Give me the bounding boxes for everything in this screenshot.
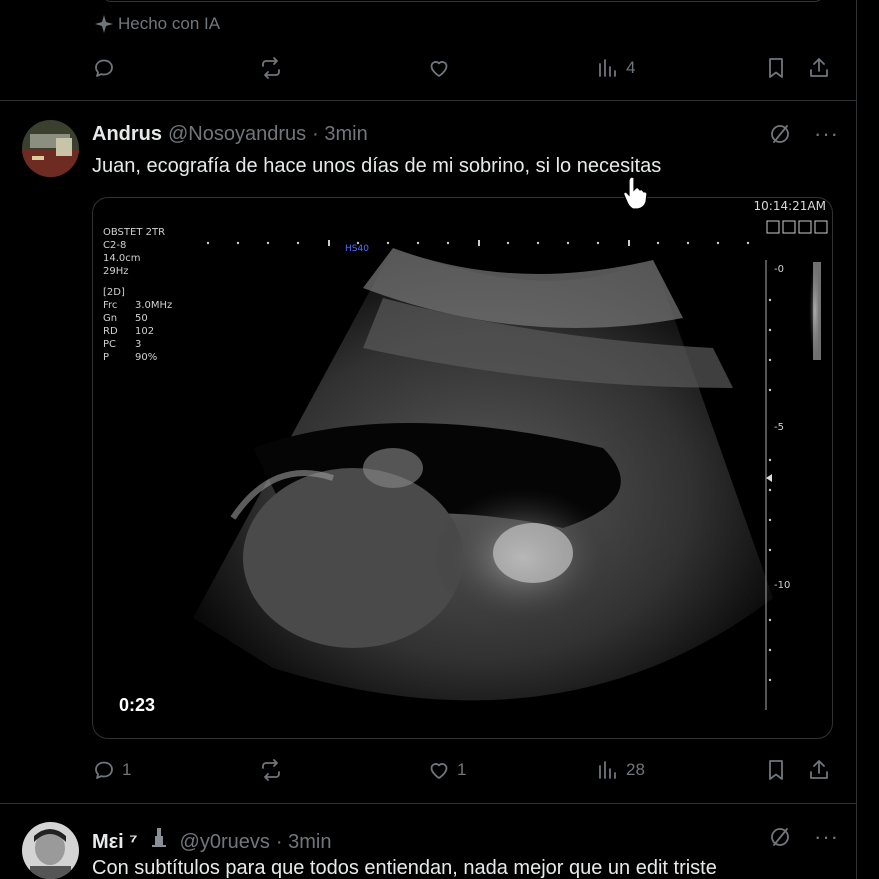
repost-icon <box>262 57 280 79</box>
probe-marker: HS40 <box>345 244 369 254</box>
param-row: Frc 3.0MHz <box>103 300 173 311</box>
post-header-icons: ··· <box>768 122 839 146</box>
post-actions: 1 1 28 <box>92 758 832 788</box>
hand-cursor-icon <box>623 176 648 210</box>
param-row: Gn 50 <box>103 313 148 324</box>
like-button[interactable]: 1 <box>427 758 466 782</box>
like-icon <box>430 763 448 779</box>
views-button[interactable]: 28 <box>596 758 645 782</box>
author-handle[interactable]: @y0ruevs <box>180 831 270 854</box>
repost-button[interactable] <box>259 758 283 782</box>
views-icon <box>599 761 616 779</box>
scan-mode: [2D] <box>103 287 125 298</box>
timeline-column: Hecho con IA 4 Andrus @Nosoyandrus · 3mi… <box>0 0 857 879</box>
focus-ruler <box>206 240 750 246</box>
more-icon[interactable]: ··· <box>814 123 839 145</box>
scan-depth: 14.0cm <box>103 253 141 264</box>
depth-scale: -0 -5 -10 <box>762 260 822 720</box>
post-time[interactable]: · 3min <box>312 123 368 146</box>
reply-count: 1 <box>122 760 132 779</box>
reply-icon <box>95 761 113 779</box>
prev-post-actions: 4 <box>92 56 832 86</box>
views-count: 28 <box>626 760 645 779</box>
post-header: Andrus @Nosoyandrus · 3min <box>92 123 368 146</box>
author-handle[interactable]: @Nosoyandrus <box>168 123 306 146</box>
bookmark-button[interactable] <box>764 758 788 782</box>
author-name[interactable]: Mεi ⁷ <box>92 831 138 854</box>
param-row: RD 102 <box>103 326 155 337</box>
previous-media-edge[interactable] <box>103 0 823 2</box>
share-icon <box>810 760 828 779</box>
scan-probe: C2-8 <box>103 240 127 251</box>
avatar[interactable] <box>22 120 79 177</box>
figure-icon <box>151 828 166 847</box>
repost-icon <box>262 759 280 781</box>
grok-icon[interactable] <box>768 122 792 146</box>
like-count: 1 <box>457 760 467 779</box>
author-name[interactable]: Andrus <box>92 123 162 146</box>
reply-button[interactable]: 1 <box>92 758 131 782</box>
like-icon <box>430 61 448 77</box>
scrollbar[interactable] <box>858 0 879 879</box>
grok-icon[interactable] <box>768 825 792 849</box>
share-icon <box>810 58 828 77</box>
scale-label: 10 <box>777 580 791 591</box>
param-row: P 90% <box>103 352 158 363</box>
bookmark-button[interactable] <box>764 56 788 80</box>
like-button[interactable] <box>427 56 451 80</box>
post-divider <box>0 100 857 101</box>
scan-preset: OBSTET 2TR <box>103 227 166 238</box>
video-player[interactable]: 10:14:21AM OBSTET 2TR C2-8 14.0cm 29Hz [… <box>92 197 833 739</box>
views-count: 4 <box>626 58 636 77</box>
scan-clock: 10:14:21AM <box>753 199 826 213</box>
post-text: Juan, ecografía de hace unos días de mi … <box>92 155 662 177</box>
more-icon[interactable]: ··· <box>814 826 839 848</box>
scan-rate: 29Hz <box>103 266 129 277</box>
ai-made-label: Hecho con IA <box>94 14 220 34</box>
avatar[interactable] <box>22 822 79 879</box>
sparkle-icon <box>95 15 113 33</box>
reply-icon <box>95 59 113 77</box>
device-status-icons <box>766 220 828 234</box>
share-button[interactable] <box>807 56 831 80</box>
share-button[interactable] <box>807 758 831 782</box>
reply-button[interactable] <box>92 56 116 80</box>
scale-label: 0 <box>777 264 784 275</box>
post-time[interactable]: · 3min <box>276 831 332 854</box>
ultrasound-image <box>193 248 821 701</box>
views-icon <box>599 59 616 77</box>
video-duration: 0:23 <box>119 695 156 715</box>
repost-button[interactable] <box>259 56 283 80</box>
views-button[interactable]: 4 <box>596 56 635 80</box>
scale-label: 5 <box>777 422 784 433</box>
post-divider <box>0 803 857 804</box>
ai-label-text: Hecho con IA <box>118 14 221 33</box>
bookmark-icon <box>769 58 783 78</box>
param-row: PC 3 <box>103 339 142 350</box>
bookmark-icon <box>769 760 783 780</box>
post-text: Con subtítulos para que todos entiendan,… <box>92 857 717 879</box>
post-header: Mεi ⁷ @y0ruevs · 3min <box>92 826 331 854</box>
scan-parameters: OBSTET 2TR C2-8 14.0cm 29Hz [2D] Frc 3.0M… <box>103 226 172 364</box>
post-header-icons: ··· <box>768 825 839 849</box>
